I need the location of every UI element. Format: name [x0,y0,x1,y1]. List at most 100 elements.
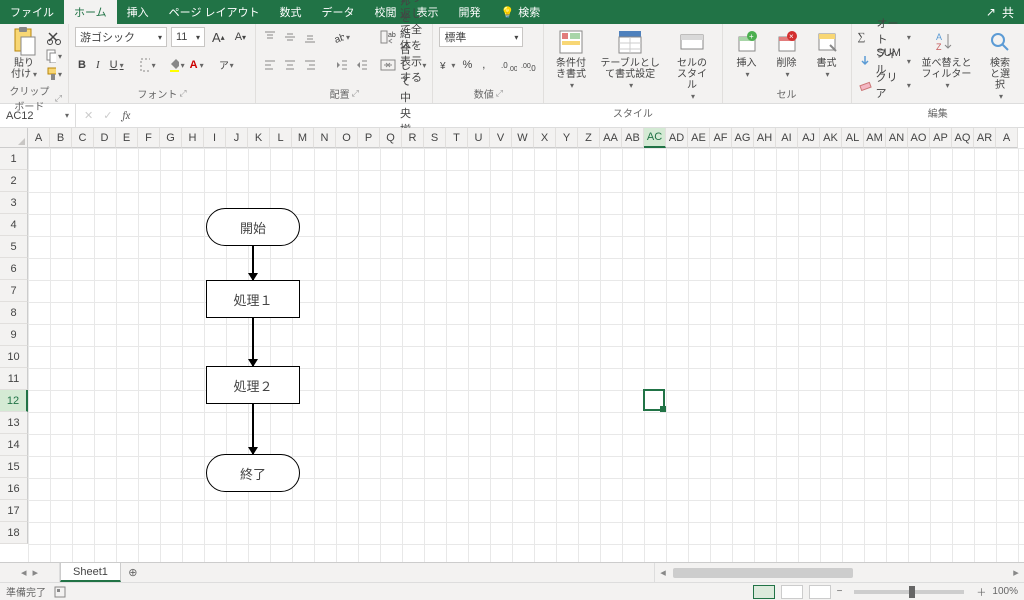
flowchart-process-1[interactable]: 処理１ [206,280,300,318]
column-header[interactable]: Y [556,128,578,148]
horizontal-scrollbar[interactable]: ◂ ▸ [654,563,1024,582]
row-header[interactable]: 8 [0,302,28,324]
row-header[interactable]: 13 [0,412,28,434]
column-header[interactable]: AL [842,128,864,148]
zoom-level[interactable]: 100% [992,586,1018,597]
sheet-nav[interactable]: ◂▸ [0,563,60,582]
column-header[interactable]: H [182,128,204,148]
clear-button[interactable]: クリア [858,74,911,96]
flowchart-arrow-3[interactable] [252,404,254,454]
align-left-icon[interactable] [262,57,278,73]
percent-icon[interactable]: % [459,55,475,75]
macro-record-icon[interactable] [54,586,66,598]
decrease-decimal-icon[interactable]: .00.0 [521,57,537,73]
column-header[interactable]: V [490,128,512,148]
add-sheet-button[interactable]: ⊕ [121,563,145,582]
column-header[interactable]: U [468,128,490,148]
search-tab[interactable]: 💡 検索 [491,0,551,24]
row-header[interactable]: 3 [0,192,28,214]
font-name-select[interactable]: 游ゴシック▾ [75,27,167,47]
scroll-thumb[interactable] [673,568,853,578]
selected-cell[interactable] [643,389,665,411]
format-painter-icon[interactable] [46,66,62,82]
column-header[interactable]: A [28,128,50,148]
row-header[interactable]: 6 [0,258,28,280]
column-header[interactable]: AJ [798,128,820,148]
cut-icon[interactable] [46,30,62,46]
tab-insert[interactable]: 挿入 [117,0,159,24]
column-header[interactable]: R [402,128,424,148]
select-all-corner[interactable] [0,128,28,148]
sheet-prev-icon[interactable]: ◂ [21,566,27,579]
column-header[interactable]: A [996,128,1018,148]
tab-data[interactable]: データ [312,0,365,24]
cancel-icon[interactable]: ✕ [84,109,93,122]
clipboard-dialog-icon[interactable]: ⤢ [55,93,62,104]
column-header[interactable]: X [534,128,556,148]
sort-filter-button[interactable]: AZ 並べ替えとフィルター [915,26,978,93]
bold-button[interactable]: B [75,55,89,75]
align-middle-icon[interactable] [282,29,298,45]
scroll-right-icon[interactable]: ▸ [1008,566,1024,579]
column-header[interactable]: AD [666,128,688,148]
row-header[interactable]: 1 [0,148,28,170]
column-header[interactable]: AA [600,128,622,148]
column-header[interactable]: D [94,128,116,148]
row-header[interactable]: 11 [0,368,28,390]
number-format-select[interactable]: 標準▾ [439,27,523,47]
zoom-in-icon[interactable]: ＋ [976,584,986,599]
increase-font-icon[interactable]: A▴ [209,27,228,47]
format-as-table-button[interactable]: テーブルとして書式設定 [596,26,665,93]
column-header[interactable]: O [336,128,358,148]
view-normal-icon[interactable] [753,585,775,599]
column-header[interactable]: AB [622,128,644,148]
column-header[interactable]: AI [776,128,798,148]
column-header[interactable]: AM [864,128,886,148]
column-header[interactable]: Z [578,128,600,148]
format-cells-button[interactable]: 書式 [809,26,845,82]
font-dialog-icon[interactable]: ⤢ [179,88,186,99]
column-header[interactable]: W [512,128,534,148]
column-header[interactable]: AO [908,128,930,148]
find-select-button[interactable]: 検索と選択 [982,26,1018,104]
phonetic-icon[interactable]: ア [218,57,234,73]
column-header[interactable]: F [138,128,160,148]
row-header[interactable]: 12 [0,390,28,412]
align-right-icon[interactable] [302,57,318,73]
column-header[interactable]: C [72,128,94,148]
flowchart-terminator-start[interactable]: 開始 [206,208,300,246]
column-header[interactable]: K [248,128,270,148]
column-header[interactable]: AP [930,128,952,148]
flowchart-process-2[interactable]: 処理２ [206,366,300,404]
column-header[interactable]: E [116,128,138,148]
accounting-icon[interactable]: ¥ [439,57,455,73]
column-header[interactable]: AC [644,128,666,148]
fill-color-icon[interactable] [169,57,185,73]
view-page-layout-icon[interactable] [781,585,803,599]
row-header[interactable]: 5 [0,236,28,258]
column-header[interactable]: G [160,128,182,148]
italic-button[interactable]: I [93,55,103,75]
row-header[interactable]: 4 [0,214,28,236]
cell-grid[interactable] [28,148,1024,562]
share-icon[interactable]: ↗ [986,5,996,19]
delete-cells-button[interactable]: × 削除 [769,26,805,82]
zoom-slider[interactable] [854,590,964,594]
column-header[interactable]: L [270,128,292,148]
border-icon[interactable] [140,57,156,73]
increase-indent-icon[interactable] [354,57,370,73]
increase-decimal-icon[interactable]: .0.00 [501,57,517,73]
share-label[interactable]: 共 [1002,4,1014,21]
align-center-icon[interactable] [282,57,298,73]
column-header[interactable]: J [226,128,248,148]
column-header[interactable]: Q [380,128,402,148]
row-header[interactable]: 14 [0,434,28,456]
row-header[interactable]: 2 [0,170,28,192]
column-header[interactable]: AG [732,128,754,148]
conditional-formatting-button[interactable]: 条件付き書式 [550,26,591,93]
column-header[interactable]: P [358,128,380,148]
flowchart-arrow-1[interactable] [252,246,254,280]
merge-center-button[interactable]: セルを結合して中央揃え [380,54,426,76]
align-top-icon[interactable] [262,29,278,45]
row-header[interactable]: 18 [0,522,28,544]
